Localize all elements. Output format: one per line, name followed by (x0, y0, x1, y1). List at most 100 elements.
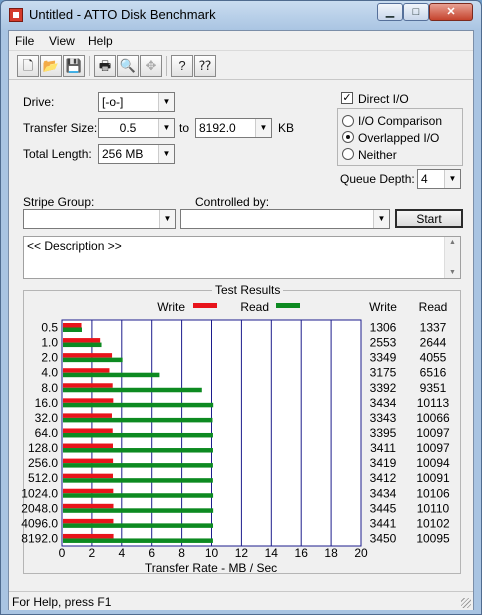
read-value: 10102 (416, 516, 450, 530)
kb-label: KB (278, 121, 295, 135)
read-bar (63, 463, 213, 468)
read-legend-label: Read (240, 300, 269, 314)
atto-app-icon (9, 8, 23, 22)
y-tick-label: 16.0 (35, 396, 59, 410)
write-value: 3450 (370, 531, 397, 545)
help-icon[interactable]: ? (171, 55, 193, 77)
client-area: File View Help 🗋 📂 💾 🖶 🔍 ✥ ? ⁇ Drive: [-… (8, 30, 474, 610)
description-textarea[interactable]: << Description >> ▲ ▼ (23, 236, 461, 279)
x-tick-label: 18 (324, 546, 338, 560)
transfer-size-to-select[interactable]: 8192.0 ▼ (195, 118, 272, 138)
write-value: 3395 (370, 426, 397, 440)
read-bar (63, 402, 214, 408)
read-value: 4055 (420, 351, 447, 365)
write-bar (63, 503, 114, 509)
description-scrollbar[interactable]: ▲ ▼ (444, 237, 460, 278)
chevron-down-icon: ▼ (158, 93, 174, 111)
stripe-group-label: Stripe Group: (23, 195, 95, 209)
maximize-button[interactable]: □ (403, 3, 429, 21)
write-bar (63, 428, 113, 433)
direct-io-checkbox[interactable]: ✓ (341, 92, 353, 104)
y-tick-label: 2.0 (41, 351, 58, 365)
save-icon[interactable]: 💾 (63, 55, 85, 77)
write-value: 1306 (370, 321, 397, 335)
overlapped-io-label: Overlapped I/O (358, 131, 440, 145)
write-value: 3419 (370, 456, 397, 470)
read-value: 6516 (420, 366, 447, 380)
write-bar (63, 473, 114, 479)
menu-help[interactable]: Help (88, 34, 113, 48)
resize-grip-icon[interactable] (461, 598, 471, 608)
write-bar (63, 323, 82, 328)
title-bar[interactable]: Untitled - ATTO Disk Benchmark ▁ □ ✕ (1, 1, 481, 29)
read-bar (63, 478, 213, 483)
test-results-group: Test Results Write Read Write Read 02468… (21, 283, 461, 575)
write-value: 3412 (370, 471, 397, 485)
write-bar (63, 338, 101, 343)
menu-file[interactable]: File (15, 34, 34, 48)
read-bar (63, 508, 214, 513)
stripe-group-select[interactable]: ▼ (23, 209, 176, 229)
write-bar (63, 518, 114, 524)
print-icon[interactable]: 🖶 (94, 55, 116, 77)
queue-depth-label: Queue Depth: (340, 172, 415, 186)
total-length-select[interactable]: 256 MB ▼ (98, 144, 175, 164)
print-preview-icon[interactable]: 🔍 (117, 55, 139, 77)
open-folder-icon[interactable]: 📂 (40, 55, 62, 77)
scroll-down-icon[interactable]: ▼ (445, 269, 460, 276)
read-value: 10097 (416, 441, 450, 455)
y-tick-label: 2048.0 (21, 501, 58, 515)
read-value: 2644 (420, 336, 447, 350)
x-tick-label: 16 (295, 546, 309, 560)
transfer-size-from-select[interactable]: 0.5 ▼ (98, 118, 175, 138)
total-length-label: Total Length: (23, 147, 92, 161)
drive-select[interactable]: [-o-] ▼ (98, 92, 175, 112)
status-bar: For Help, press F1 (9, 591, 473, 610)
transfer-size-label: Transfer Size: (23, 121, 98, 135)
read-legend-swatch (276, 303, 300, 308)
x-tick-label: 8 (178, 546, 185, 560)
scroll-up-icon[interactable]: ▲ (445, 239, 460, 246)
write-bar (63, 443, 113, 449)
read-bar (63, 523, 214, 528)
write-value: 3434 (370, 396, 397, 410)
x-tick-label: 14 (265, 546, 279, 560)
chevron-down-icon: ▼ (444, 170, 460, 188)
x-axis-title: Transfer Rate - MB / Sec (145, 561, 277, 575)
y-tick-label: 128.0 (28, 441, 58, 455)
read-bar (63, 538, 213, 543)
description-text: << Description >> (27, 239, 122, 253)
read-value: 1337 (420, 321, 447, 335)
x-tick-label: 4 (118, 546, 125, 560)
x-tick-label: 10 (205, 546, 219, 560)
menu-view[interactable]: View (49, 34, 75, 48)
chevron-down-icon: ▼ (373, 210, 389, 228)
write-value: 3441 (370, 516, 397, 530)
start-button[interactable]: Start (395, 209, 463, 228)
to-label: to (179, 121, 190, 135)
y-tick-label: 1024.0 (21, 486, 58, 500)
controlled-by-label: Controlled by: (195, 195, 270, 209)
chevron-down-icon: ▼ (158, 145, 174, 163)
drive-value: [-o-] (102, 95, 124, 109)
y-tick-label: 512.0 (28, 471, 58, 485)
toolbar-separator (89, 56, 90, 76)
controlled-by-select[interactable]: ▼ (180, 209, 390, 229)
write-bar (63, 533, 114, 539)
menu-bar: File View Help (9, 31, 473, 51)
new-file-icon[interactable]: 🗋 (17, 55, 39, 77)
minimize-button[interactable]: ▁ (377, 3, 403, 21)
neither-radio[interactable] (342, 148, 354, 160)
queue-depth-select[interactable]: 4 ▼ (417, 169, 461, 189)
read-bar (63, 493, 214, 498)
write-value: 3349 (370, 351, 397, 365)
window-title: Untitled - ATTO Disk Benchmark (29, 7, 216, 22)
overlapped-io-radio[interactable] (342, 131, 354, 143)
move-icon[interactable]: ✥ (140, 55, 162, 77)
transfer-rate-chart: Write Read Write Read 0 2 4 6 8 10 12 14 16 18 20 0… (21, 300, 450, 575)
toolbar: 🗋 📂 💾 🖶 🔍 ✥ ? ⁇ (9, 52, 473, 80)
chevron-down-icon: ▼ (159, 210, 175, 228)
close-button[interactable]: ✕ (429, 3, 473, 21)
context-help-icon[interactable]: ⁇ (194, 55, 216, 77)
io-comparison-radio[interactable] (342, 115, 354, 127)
